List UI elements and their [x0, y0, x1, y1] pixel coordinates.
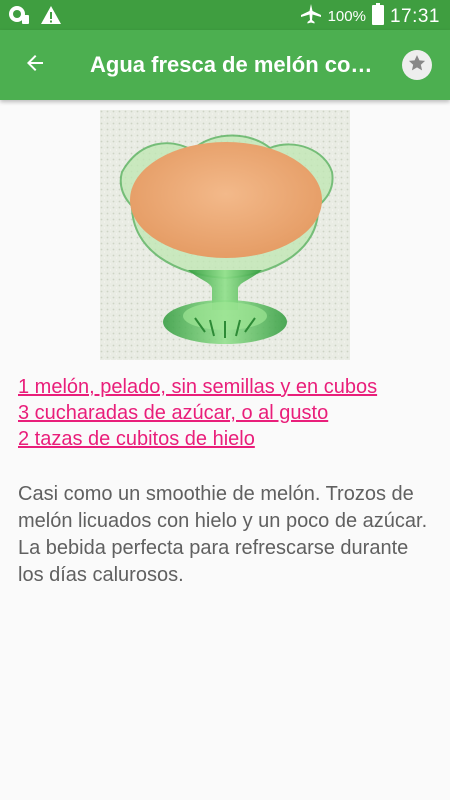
ingredient-link[interactable]: 3 cucharadas de azúcar, o al gusto [18, 400, 438, 426]
status-bar: 100% 17:31 [0, 0, 450, 30]
app-bar: Agua fresca de melón con hielo [0, 30, 450, 100]
ingredient-list: 1 melón, pelado, sin semillas y en cubos… [18, 374, 438, 452]
battery-percent: 100% [327, 8, 366, 25]
status-time: 17:31 [389, 5, 440, 27]
notification-icon [8, 5, 30, 30]
star-icon [407, 53, 427, 78]
recipe-description: Casi como un smoothie de melón. Trozos d… [18, 483, 428, 586]
favorite-button[interactable] [402, 50, 432, 80]
status-left-icons [8, 5, 62, 30]
ingredient-link[interactable]: 2 tazas de cubitos de hielo [18, 426, 438, 452]
back-button[interactable] [14, 44, 56, 86]
status-right: 100% 17:31 [300, 3, 440, 30]
recipe-photo [100, 110, 350, 360]
ingredient-link[interactable]: 1 melón, pelado, sin semillas y en cubos [18, 374, 438, 400]
warning-icon [40, 5, 62, 30]
airplane-mode-icon [300, 3, 322, 30]
arrow-back-icon [23, 51, 47, 80]
page-title: Agua fresca de melón con hielo [90, 52, 380, 77]
battery-icon [371, 3, 384, 30]
